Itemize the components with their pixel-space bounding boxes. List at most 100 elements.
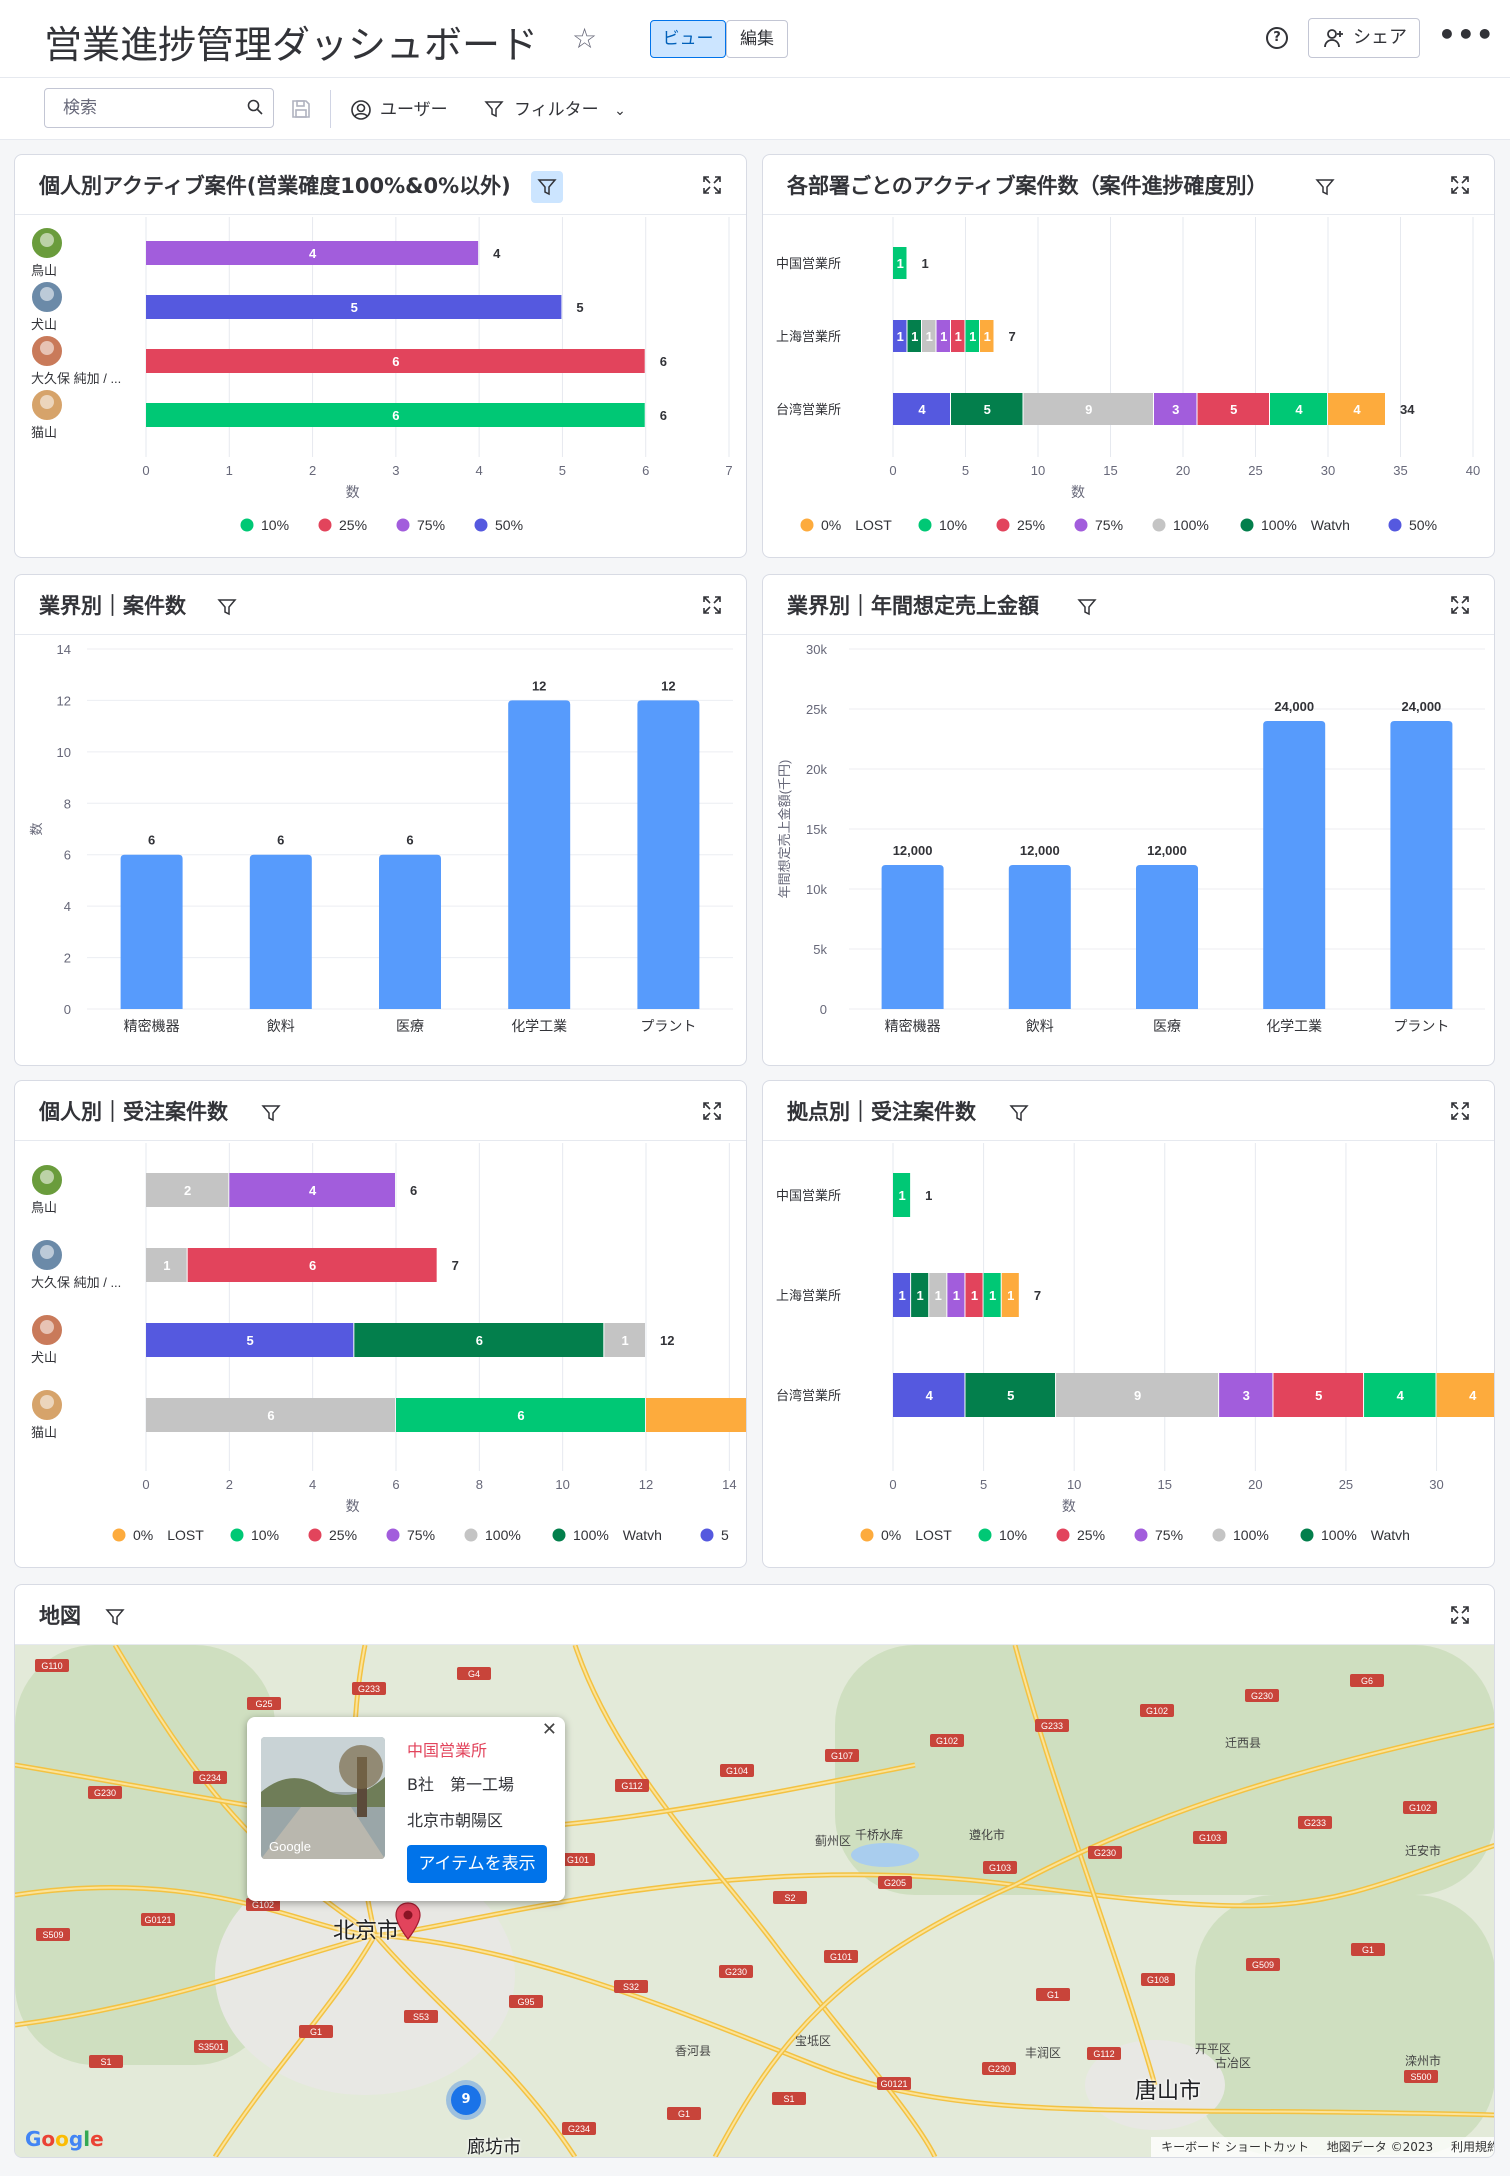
filter-icon[interactable] xyxy=(211,591,243,623)
road-label: S1 xyxy=(100,2057,111,2067)
filter-icon[interactable] xyxy=(1309,171,1341,203)
chart-industry-revenue: 0 5k 10k 15k 20k 25k 30k 12,000 精密機器 12,000 飲料 12,0… xyxy=(777,642,1485,1034)
legend-marker xyxy=(918,518,932,532)
filter-icon[interactable] xyxy=(1003,1097,1035,1129)
road-label: G233 xyxy=(1041,1721,1063,1731)
tick-label: 8 xyxy=(64,796,71,811)
road-label: G0121 xyxy=(880,2079,907,2089)
legend-label: 25% xyxy=(1077,1527,1105,1543)
road-label: G108 xyxy=(1147,1975,1169,1985)
tick-label: 25 xyxy=(1248,463,1262,478)
category-label: 中国営業所 xyxy=(776,1188,841,1203)
close-icon[interactable]: ✕ xyxy=(542,1719,557,1740)
expand-icon[interactable] xyxy=(1450,1605,1470,1625)
expand-icon[interactable] xyxy=(1450,1101,1470,1121)
map-view[interactable]: G110G6G101G101G112G6G234G109G230G230G230… xyxy=(15,1645,1495,2157)
filter-icon[interactable] xyxy=(1071,591,1103,623)
view-button[interactable]: ビュー xyxy=(650,20,726,58)
category-label: 台湾営業所 xyxy=(776,1388,841,1403)
search-input[interactable]: 検索 xyxy=(44,88,274,128)
place-label: 古冶区 xyxy=(1215,2055,1251,2070)
map-footer: キーボード ショートカット 地図データ ©2023 利用規約 xyxy=(1151,2137,1494,2157)
legend-label: 10% xyxy=(999,1527,1027,1543)
road-label: G234 xyxy=(568,2124,590,2134)
edit-button[interactable]: 編集 xyxy=(726,20,788,58)
share-button[interactable]: シェア xyxy=(1308,18,1420,58)
road-label: G1 xyxy=(1362,1945,1374,1955)
tick-label: 2 xyxy=(64,951,71,966)
road-label: G102 xyxy=(1409,1803,1431,1813)
category-label: 大久保 純加 / ... xyxy=(31,1275,121,1290)
tick-label: 8 xyxy=(476,1477,483,1492)
place-label: 宝坻区 xyxy=(795,2033,831,2048)
place-label: 蓟州区 xyxy=(815,1834,851,1848)
bar xyxy=(1263,721,1326,1009)
expand-icon[interactable] xyxy=(702,595,722,615)
bar-value-label: 4 xyxy=(309,1183,317,1198)
filter-icon[interactable] xyxy=(99,1601,131,1633)
expand-icon[interactable] xyxy=(702,175,722,195)
avatar xyxy=(40,395,54,409)
legend-marker xyxy=(474,518,488,532)
bar-value-label: 9 xyxy=(1085,402,1092,417)
filter-button[interactable]: フィルター ⌄ xyxy=(484,98,626,122)
filter-icon[interactable] xyxy=(531,171,563,203)
panel-header: 地図 xyxy=(15,1585,1494,1645)
save-icon[interactable] xyxy=(290,98,312,120)
category-label: 化学工業 xyxy=(1266,1018,1322,1034)
photo-brand: Google xyxy=(269,1839,311,1854)
category-label: 鳥山 xyxy=(31,1200,57,1215)
tick-label: 6 xyxy=(392,1477,399,1492)
tick-label: 4 xyxy=(309,1477,316,1492)
map-data-credit: 地図データ ©2023 xyxy=(1326,2140,1434,2154)
map-pin-icon[interactable] xyxy=(393,1901,423,1941)
bar-value-label: 5 xyxy=(247,1333,254,1348)
map-label-langfang: 廊坊市 xyxy=(467,2137,521,2157)
more-icon[interactable]: ••• xyxy=(1438,18,1495,51)
bar-value-label: 4 xyxy=(926,1388,934,1403)
category-label: 飲料 xyxy=(267,1018,295,1034)
tick-label: 10 xyxy=(57,745,71,760)
filter-icon[interactable] xyxy=(255,1097,287,1129)
bar-value-label: 1 xyxy=(969,329,976,344)
legend-marker xyxy=(978,1528,992,1542)
bar-value-label: 5 xyxy=(984,402,991,417)
panel-title: 個人別｜受注案件数 xyxy=(39,1100,228,1124)
expand-icon[interactable] xyxy=(702,1101,722,1121)
axis-label: 数 xyxy=(346,1498,360,1514)
tick-label: 0 xyxy=(64,1002,71,1017)
popup-location: 中国営業所 xyxy=(407,1741,488,1760)
tick-label: 10k xyxy=(806,882,827,897)
road-label: G234 xyxy=(199,1773,221,1783)
show-item-button[interactable]: アイテムを表示 xyxy=(407,1845,547,1883)
avatar xyxy=(40,233,54,247)
map-cluster-marker[interactable]: 9 xyxy=(451,2085,481,2115)
map-label-beijing: 北京市 xyxy=(333,1919,400,1944)
road-label: G1 xyxy=(310,2027,322,2037)
user-filter-button[interactable]: ユーザー xyxy=(350,98,448,122)
legend-label: 75% xyxy=(1155,1527,1183,1543)
keyboard-shortcuts-link[interactable]: キーボード ショートカット xyxy=(1161,2140,1309,2154)
tick-label: 12 xyxy=(639,1477,653,1492)
tick-label: 2 xyxy=(309,463,316,478)
place-label: 香河县 xyxy=(675,2044,711,2058)
tick-label: 4 xyxy=(476,463,483,478)
road-label: G509 xyxy=(1252,1960,1274,1970)
bar-value-label: 1 xyxy=(898,1288,905,1303)
category-label: 医療 xyxy=(1153,1018,1181,1034)
bar-value-label: 6 xyxy=(392,408,399,423)
road-label: G110 xyxy=(41,1661,62,1671)
bar-value-label: 12,000 xyxy=(1147,843,1187,858)
help-icon[interactable]: ? xyxy=(1266,27,1288,49)
tick-label: 5 xyxy=(559,463,566,478)
map-canvas[interactable]: G110G6G101G101G112G6G234G109G230G230G230… xyxy=(15,1645,1495,2157)
legend-marker xyxy=(464,1528,478,1542)
panel-department-active: 各部署ごとのアクティブ案件数（案件進捗確度別） 0 5 10 15 20 25 30 35 40… xyxy=(762,154,1495,558)
expand-icon[interactable] xyxy=(1450,595,1470,615)
road-label: G112 xyxy=(1093,2049,1114,2059)
top-bar: 営業進捗管理ダッシュボード ☆ ビュー 編集 ? シェア ••• xyxy=(0,0,1510,78)
expand-icon[interactable] xyxy=(1450,175,1470,195)
terms-link[interactable]: 利用規約 xyxy=(1451,2140,1494,2154)
star-icon[interactable]: ☆ xyxy=(572,22,597,55)
road-label: G102 xyxy=(936,1736,958,1746)
